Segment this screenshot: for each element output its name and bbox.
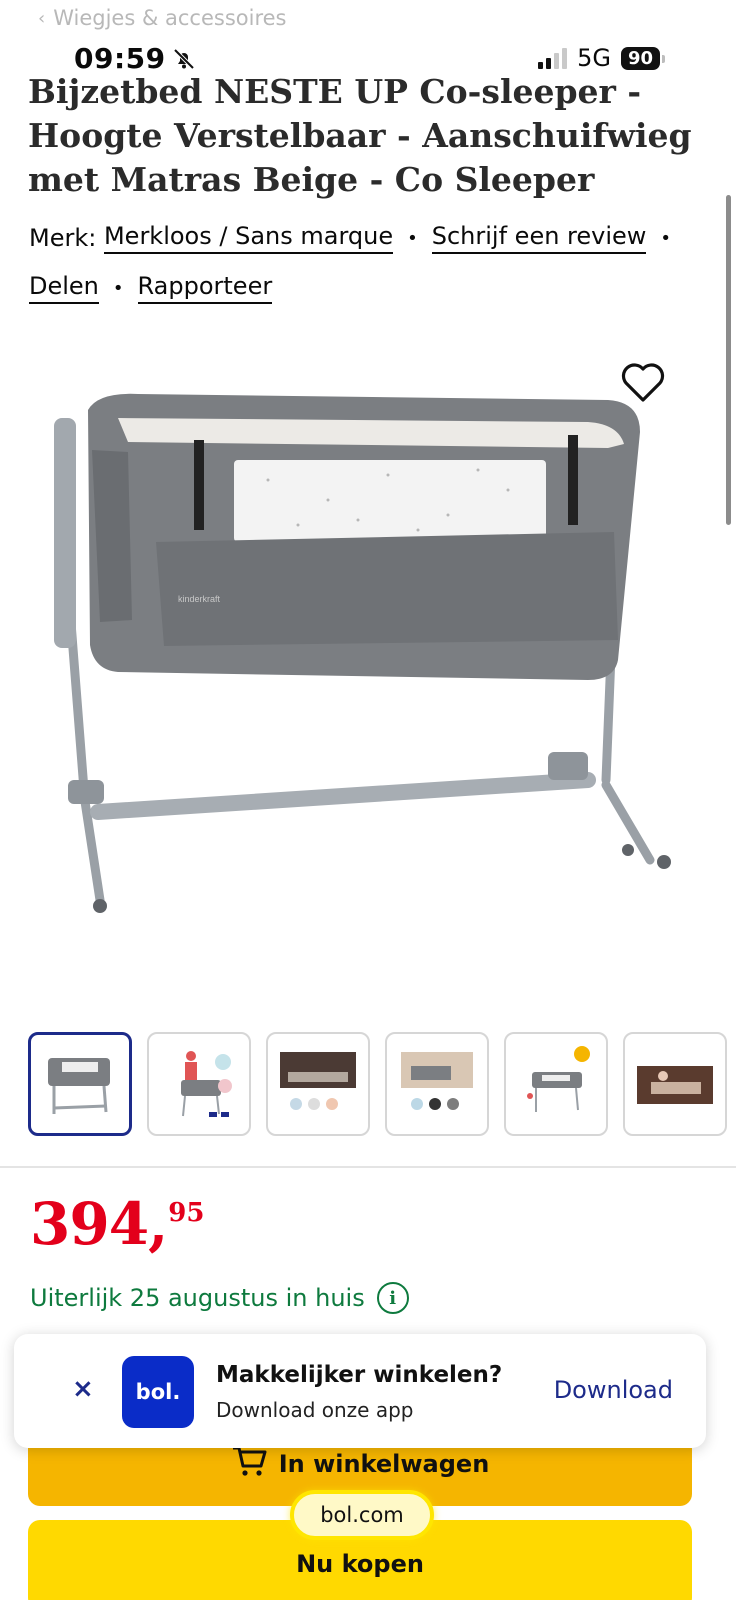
thumbnail-strip [28,1032,727,1136]
scrollbar[interactable] [726,195,731,525]
breadcrumb-label: Wiegjes & accessoires [53,6,287,30]
price-cents: 95 [168,1198,205,1228]
report-link[interactable]: Rapporteer [137,272,273,304]
brand-label: Merk: [29,224,97,252]
brand-link[interactable]: Merkloos / Sans marque [103,222,394,254]
price-comma: , [148,1190,169,1258]
product-title: Bijzetbed NESTE UP Co-sleeper - Hoogte V… [28,72,692,199]
info-icon[interactable]: i [376,1282,409,1314]
delivery-text: Uiterlijk 25 augustus in huis [30,1284,365,1312]
buy-now-label: Nu kopen [296,1550,424,1578]
close-icon[interactable]: × [72,1374,94,1404]
battery-icon: 90 [620,46,666,70]
share-link[interactable]: Delen [29,272,99,304]
brand-print: kinderkraft [178,594,221,604]
separator-dot: • [407,227,418,249]
chevron-left-icon: ‹ [38,7,46,29]
separator-dot: • [112,277,124,299]
heart-icon[interactable] [620,362,666,404]
breadcrumb[interactable]: ‹ Wiegjes & accessoires [38,6,287,30]
price-integer: 394 [30,1190,149,1258]
price: 394 , 95 [30,1192,204,1256]
thumbnail[interactable] [504,1032,608,1136]
separator-dot: • [660,227,672,249]
app-banner: × bol. Makkelijker winkelen? Download on… [14,1334,706,1448]
product-meta-row: Merk: Merkloos / Sans marque • Schrijf e… [29,222,685,254]
signal-icon [538,47,568,69]
thumbnail[interactable] [266,1032,370,1136]
bol-logo: bol. [122,1356,194,1428]
cart-icon [232,1446,267,1476]
url-bar[interactable]: bol.com [290,1490,434,1540]
thumbnail[interactable] [28,1032,132,1136]
download-app-button[interactable]: Download [554,1376,673,1404]
url-text: bol.com [320,1503,404,1527]
banner-subtitle: Download onze app [216,1398,414,1422]
thumbnail[interactable] [623,1032,727,1136]
thumbnail[interactable] [385,1032,489,1136]
delivery-info: Uiterlijk 25 augustus in huis i [30,1282,409,1314]
banner-title: Makkelijker winkelen? [216,1362,503,1388]
write-review-link[interactable]: Schrijf een review [431,222,647,254]
status-indicators: 5G 90 [538,44,666,72]
network-label: 5G [577,44,611,72]
bell-slash-icon [173,48,195,69]
thumbnail[interactable] [147,1032,251,1136]
product-image[interactable]: kinderkraft [28,340,692,960]
add-to-cart-label: In winkelwagen [278,1450,490,1478]
section-divider [0,1166,736,1168]
product-meta-row-2: Delen • Rapporteer [29,272,273,304]
